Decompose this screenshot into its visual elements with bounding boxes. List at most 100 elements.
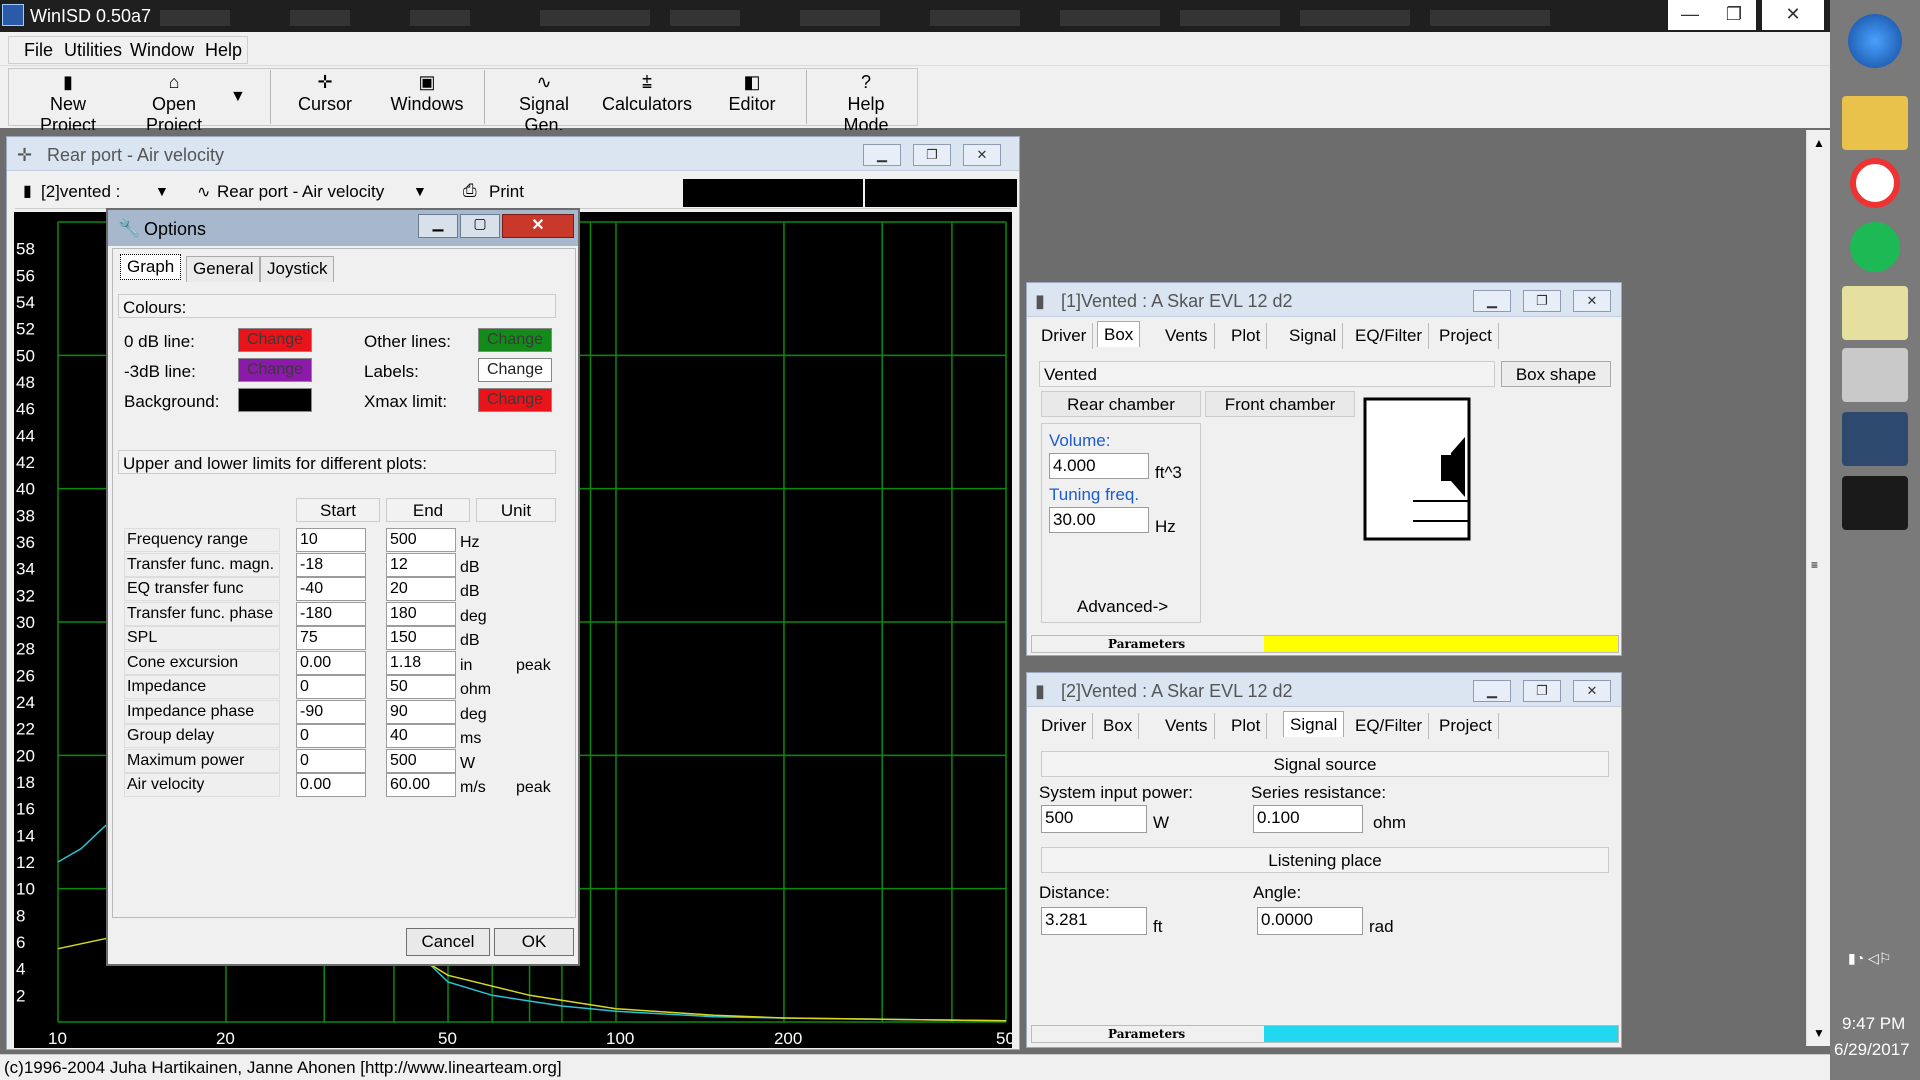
cancel-button[interactable]: Cancel (406, 928, 490, 956)
chevron-down-icon[interactable]: ▼ (230, 88, 246, 106)
minimize-button[interactable]: — (1668, 0, 1712, 30)
cursor-button[interactable]: ✛ Cursor (290, 70, 360, 126)
close-button[interactable]: ✕ (963, 144, 1001, 166)
volume-input[interactable]: 4.000 (1049, 453, 1149, 479)
minimize-button[interactable]: ▁ (1473, 290, 1511, 312)
tab-project[interactable]: Project (1433, 713, 1499, 739)
graph-window-title-bar[interactable]: ✛ Rear port - Air velocity ▁ ❐ ✕ (7, 137, 1019, 171)
tab-general[interactable]: General (186, 256, 261, 282)
change-labels-color-button[interactable]: Change (478, 358, 552, 382)
start-button-icon[interactable] (1848, 14, 1902, 68)
restore-button[interactable]: ❐ (1523, 290, 1561, 312)
series-resistance-input[interactable]: 0.100 (1253, 805, 1363, 833)
change-0db-color-button[interactable]: Change (238, 328, 312, 352)
minimize-button[interactable]: ▁ (418, 214, 458, 238)
tab-box[interactable]: Box (1097, 713, 1140, 739)
box-type-select[interactable]: Vented (1039, 361, 1495, 387)
ok-button[interactable]: OK (494, 928, 574, 956)
limit-end-input[interactable]: 40 (386, 724, 456, 748)
tab-driver[interactable]: Driver (1035, 713, 1094, 739)
tab-box[interactable]: Box (1097, 321, 1141, 347)
new-project-button[interactable]: ▮ New Project (22, 70, 114, 135)
limit-end-input[interactable]: 20 (386, 577, 456, 601)
audio-app-icon[interactable] (1842, 476, 1908, 530)
winisd-taskbar-icon[interactable] (1842, 412, 1908, 466)
workspace-scrollbar[interactable]: ▲ ≡ ▼ (1806, 130, 1830, 1046)
taskbar-time[interactable]: 9:47 PM (1842, 1014, 1905, 1034)
scroll-grip-icon[interactable]: ≡ (1811, 558, 1818, 572)
limit-start-input[interactable]: 0 (296, 748, 366, 773)
windows-button[interactable]: ▣ Windows (390, 70, 464, 126)
advanced-button[interactable]: Advanced-> (1077, 597, 1168, 617)
menu-utilities[interactable]: Utilities (64, 40, 122, 61)
maximize-button[interactable]: ▢ (460, 214, 500, 238)
limit-start-input[interactable]: 10 (296, 528, 366, 552)
close-button[interactable]: ✕ (1573, 680, 1611, 702)
menu-file[interactable]: File (24, 40, 53, 61)
limit-start-input[interactable]: -90 (296, 699, 366, 724)
tab-signal[interactable]: Signal (1283, 323, 1344, 349)
tab-graph[interactable]: Graph (120, 254, 182, 280)
open-project-button[interactable]: ⌂ Open Project (122, 70, 226, 135)
limit-end-input[interactable]: 180 (386, 601, 456, 626)
close-button[interactable]: ✕ (1762, 0, 1824, 30)
scroll-down-icon[interactable]: ▼ (1813, 1026, 1825, 1040)
tab-vents[interactable]: Vents (1159, 323, 1215, 349)
angle-input[interactable]: 0.0000 (1257, 907, 1363, 935)
chevron-down-icon[interactable]: ▼ (155, 183, 169, 199)
print-button[interactable]: Print (489, 182, 524, 202)
restore-button[interactable]: ❐ (1523, 680, 1561, 702)
limit-end-input[interactable]: 90 (386, 699, 456, 724)
limit-end-input[interactable]: 500 (386, 748, 456, 773)
plot-select[interactable]: Rear port - Air velocity (217, 182, 384, 202)
limit-end-input[interactable]: 1.18 (386, 650, 456, 675)
input-power-input[interactable]: 500 (1041, 805, 1147, 833)
limit-end-input[interactable]: 500 (386, 528, 456, 552)
calculators-button[interactable]: ⩲ Calculators (600, 70, 694, 126)
close-button[interactable]: ✕ (1573, 290, 1611, 312)
distance-input[interactable]: 3.281 (1041, 907, 1147, 935)
front-chamber-tab[interactable]: Front chamber (1205, 391, 1355, 417)
mouse-settings-icon[interactable] (1842, 348, 1908, 402)
sticky-notes-icon[interactable] (1842, 286, 1908, 340)
limit-end-input[interactable]: 60.00 (386, 773, 456, 797)
tab-plot[interactable]: Plot (1225, 713, 1268, 739)
limit-start-input[interactable]: -180 (296, 601, 366, 626)
limit-start-input[interactable]: 0 (296, 675, 366, 699)
chevron-down-icon[interactable]: ▼ (413, 183, 427, 199)
tab-driver[interactable]: Driver (1035, 323, 1094, 349)
file-explorer-icon[interactable] (1842, 96, 1908, 150)
tab-plot[interactable]: Plot (1225, 323, 1268, 349)
taskbar-date[interactable]: 6/29/2017 (1834, 1040, 1910, 1060)
tray-icons[interactable]: ▮◔ ◁⚐ (1848, 950, 1891, 967)
rear-chamber-tab[interactable]: Rear chamber (1041, 391, 1201, 417)
tab-joystick[interactable]: Joystick (260, 256, 335, 282)
limit-start-input[interactable]: 75 (296, 626, 366, 650)
signal-window-title-bar[interactable]: ▮ [2]Vented : A Skar EVL 12 d2 ▁ ❐ ✕ (1027, 673, 1621, 707)
project-select[interactable]: [2]vented : (41, 182, 120, 202)
tab-project[interactable]: Project (1433, 323, 1499, 349)
minimize-button[interactable]: ▁ (863, 144, 901, 166)
limit-start-input[interactable]: -18 (296, 552, 366, 577)
tuning-freq-input[interactable]: 30.00 (1049, 507, 1149, 533)
tab-vents[interactable]: Vents (1159, 713, 1215, 739)
tab-signal[interactable]: Signal (1283, 711, 1345, 737)
limit-start-input[interactable]: 0.00 (296, 650, 366, 675)
scroll-up-icon[interactable]: ▲ (1813, 136, 1825, 150)
tab-eq-filter[interactable]: EQ/Filter (1349, 323, 1430, 349)
limit-end-input[interactable]: 50 (386, 675, 456, 699)
restore-button[interactable]: ❐ (1712, 0, 1756, 30)
minimize-button[interactable]: ▁ (1473, 680, 1511, 702)
change-3db-color-button[interactable]: Change (238, 358, 312, 382)
restore-button[interactable]: ❐ (913, 144, 951, 166)
editor-button[interactable]: ◧ Editor (726, 70, 778, 126)
limit-end-input[interactable]: 12 (386, 552, 456, 577)
chrome-icon[interactable] (1850, 158, 1900, 208)
close-button[interactable]: ✕ (502, 214, 574, 238)
tab-eq-filter[interactable]: EQ/Filter (1349, 713, 1430, 739)
help-mode-button[interactable]: ? Help Mode (824, 70, 908, 135)
limit-start-input[interactable]: 0 (296, 724, 366, 748)
box-window-title-bar[interactable]: ▮ [1]Vented : A Skar EVL 12 d2 ▁ ❐ ✕ (1027, 283, 1621, 317)
limit-start-input[interactable]: 0.00 (296, 773, 366, 797)
signal-gen-button[interactable]: ∿ Signal Gen. (500, 70, 588, 135)
